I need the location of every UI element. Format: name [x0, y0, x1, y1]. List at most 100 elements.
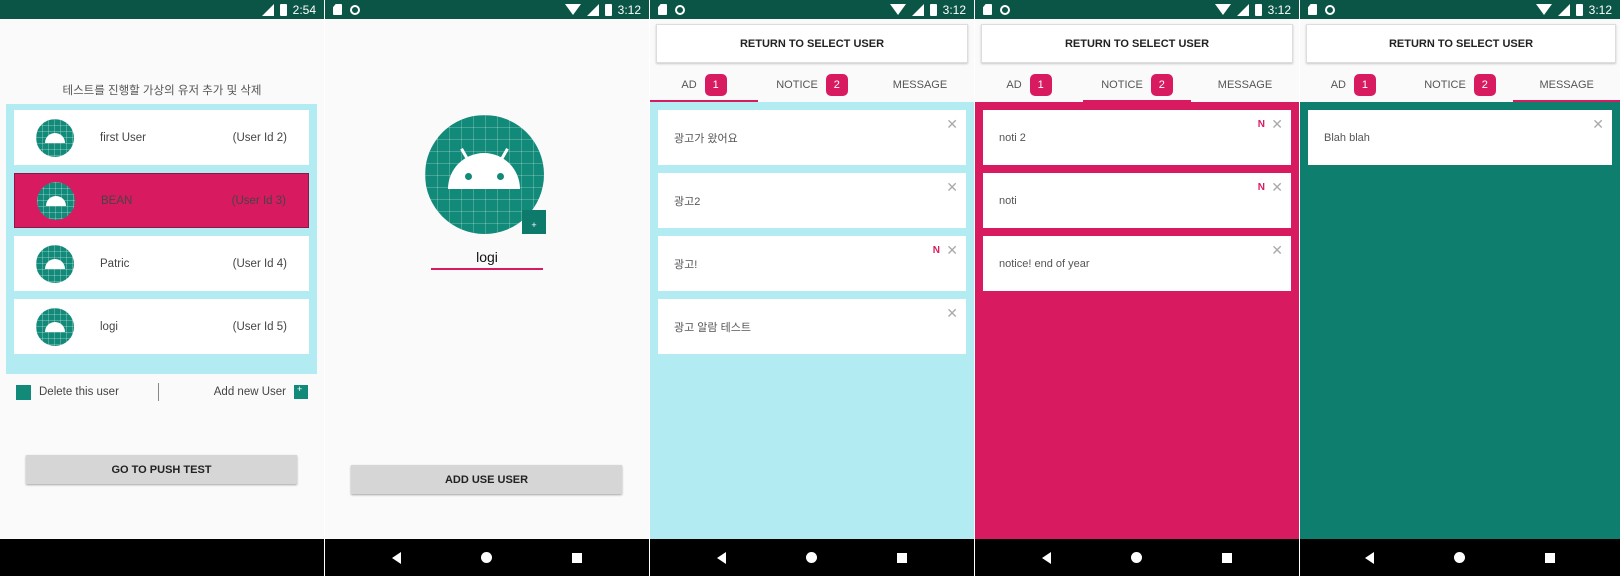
home-icon[interactable] — [1454, 552, 1465, 563]
close-icon[interactable]: ✕ — [946, 180, 958, 194]
screens-row: 2:54 테스트를 진행할 가상의 유저 추가 및 삭제 first User … — [0, 0, 1624, 576]
nav-bar — [325, 539, 649, 576]
android-eye — [497, 173, 504, 180]
tab-ad[interactable]: AD 1 — [1300, 67, 1407, 102]
back-icon[interactable] — [1365, 551, 1374, 564]
tab-bar: AD 1 NOTICE 2 MESSAGE — [650, 67, 974, 102]
android-avatar-icon — [37, 181, 75, 220]
list-item[interactable]: noti N ✕ — [983, 173, 1291, 228]
close-icon[interactable]: ✕ — [1592, 117, 1604, 131]
user-row-logi[interactable]: logi (User Id 5) — [14, 299, 309, 354]
tab-message[interactable]: MESSAGE — [1513, 67, 1620, 102]
add-use-user-button[interactable]: ADD USE USER — [351, 465, 622, 494]
recents-icon[interactable] — [572, 552, 582, 563]
count-badge: 2 — [1473, 73, 1496, 96]
back-icon[interactable] — [717, 551, 726, 564]
tab-notice[interactable]: NOTICE 2 — [1407, 67, 1514, 102]
user-name: BEAN — [101, 194, 133, 207]
add-icon — [294, 384, 308, 399]
list-item[interactable]: noti 2 N ✕ — [983, 110, 1291, 165]
add-photo-button[interactable]: + — [522, 210, 546, 234]
delete-user-button[interactable]: Delete this user — [16, 384, 119, 400]
tab-label: AD — [681, 78, 697, 91]
home-icon[interactable] — [1131, 552, 1142, 563]
user-row-first-user[interactable]: first User (User Id 2) — [14, 110, 309, 165]
user-id: (User Id 2) — [232, 131, 287, 144]
list-item[interactable]: Blah blah ✕ — [1308, 110, 1612, 165]
list-item[interactable]: 광고가 왔어요 ✕ — [658, 110, 966, 165]
android-avatar-icon — [36, 307, 74, 346]
sd-card-icon — [658, 4, 667, 15]
add-user-button[interactable]: Add new User — [213, 384, 308, 399]
item-text: 광고2 — [674, 195, 701, 208]
ad-feed-screen: 3:12 RETURN TO SELECT USER AD 1 NOTICE 2… — [650, 0, 974, 576]
back-icon[interactable] — [392, 551, 401, 564]
tab-notice[interactable]: NOTICE 2 — [758, 67, 866, 102]
return-to-select-user-button[interactable]: RETURN TO SELECT USER — [1306, 24, 1616, 63]
clock: 2:54 — [292, 2, 316, 17]
count-badge: 1 — [1029, 73, 1052, 96]
user-row-patric[interactable]: Patric (User Id 4) — [14, 236, 309, 291]
nav-bar — [1300, 539, 1620, 576]
tab-message[interactable]: MESSAGE — [866, 67, 974, 102]
close-icon[interactable]: ✕ — [946, 117, 958, 131]
signal-icon — [261, 3, 274, 16]
tab-ad[interactable]: AD 1 — [650, 67, 758, 102]
tab-ad[interactable]: AD 1 — [975, 67, 1083, 102]
tab-message[interactable]: MESSAGE — [1191, 67, 1299, 102]
clock: 3:12 — [942, 2, 966, 17]
signal-icon — [1557, 3, 1570, 16]
recents-icon[interactable] — [897, 552, 907, 563]
user-list: first User (User Id 2) BEAN (User Id 3) … — [6, 104, 317, 374]
tab-label: AD — [1006, 78, 1022, 91]
recents-icon[interactable] — [1222, 552, 1232, 563]
battery-icon — [279, 3, 287, 16]
clock: 3:12 — [1267, 2, 1291, 17]
android-head — [448, 153, 520, 189]
list-item[interactable]: 광고 알람 테스트 ✕ — [658, 299, 966, 354]
list-item[interactable]: notice! end of year ✕ — [983, 236, 1291, 291]
home-icon[interactable] — [481, 552, 492, 563]
sd-card-icon — [983, 4, 992, 15]
ad-list: 광고가 왔어요 ✕ 광고2 ✕ 광고! N ✕ 광고 알람 테스트 ✕ — [650, 102, 974, 539]
close-icon[interactable]: ✕ — [1271, 243, 1283, 257]
home-icon[interactable] — [806, 552, 817, 563]
user-id: (User Id 5) — [232, 320, 287, 333]
sd-card-icon — [333, 4, 342, 15]
recents-icon[interactable] — [1545, 552, 1555, 563]
tab-notice[interactable]: NOTICE 2 — [1083, 67, 1191, 102]
user-row-bean[interactable]: BEAN (User Id 3) — [14, 173, 309, 228]
battery-icon — [1254, 3, 1262, 16]
tab-label: NOTICE — [1424, 78, 1466, 91]
add-label: Add new User — [213, 386, 286, 398]
go-to-push-test-button[interactable]: GO TO PUSH TEST — [26, 455, 297, 484]
wifi-icon — [1214, 4, 1231, 15]
user-name: Patric — [100, 257, 130, 270]
count-badge: 1 — [1353, 73, 1376, 96]
user-id: (User Id 3) — [231, 194, 286, 207]
notice-list: noti 2 N ✕ noti N ✕ notice! end of year … — [975, 102, 1299, 539]
count-badge: 1 — [704, 73, 727, 96]
close-icon[interactable]: ✕ — [1271, 180, 1283, 194]
user-name-input[interactable] — [431, 246, 543, 270]
close-icon[interactable]: ✕ — [946, 243, 958, 257]
return-to-select-user-button[interactable]: RETURN TO SELECT USER — [981, 24, 1293, 63]
status-bar: 3:12 — [1300, 0, 1620, 19]
back-icon[interactable] — [1042, 551, 1051, 564]
tab-bar: AD 1 NOTICE 2 MESSAGE — [975, 67, 1299, 102]
item-text: 광고가 왔어요 — [674, 132, 738, 145]
new-badge: N — [1257, 182, 1265, 193]
return-to-select-user-button[interactable]: RETURN TO SELECT USER — [656, 24, 968, 63]
android-avatar-icon — [36, 118, 74, 157]
notice-feed-screen: 3:12 RETURN TO SELECT USER AD 1 NOTICE 2… — [975, 0, 1299, 576]
android-eye — [465, 173, 472, 180]
sync-icon — [675, 4, 685, 15]
user-name: first User — [100, 131, 146, 144]
list-item[interactable]: 광고2 ✕ — [658, 173, 966, 228]
page-title: 테스트를 진행할 가상의 유저 추가 및 삭제 — [62, 85, 262, 97]
new-badge: N — [932, 245, 940, 256]
close-icon[interactable]: ✕ — [946, 306, 958, 320]
close-icon[interactable]: ✕ — [1271, 117, 1283, 131]
list-item[interactable]: 광고! N ✕ — [658, 236, 966, 291]
item-text: Blah blah — [1324, 131, 1370, 144]
